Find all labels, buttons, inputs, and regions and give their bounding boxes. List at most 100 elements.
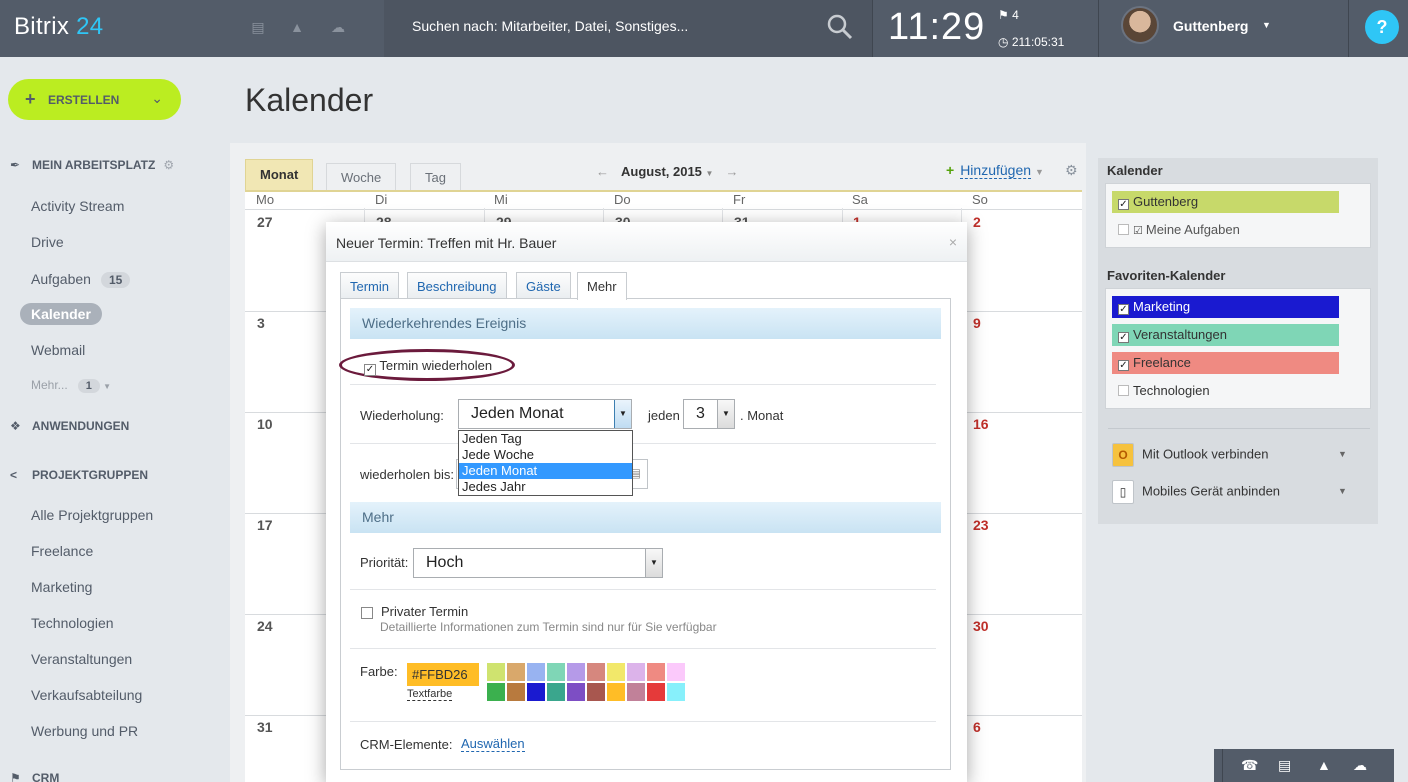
calendar-item-guttenberg[interactable]: ✓ Guttenberg xyxy=(1112,191,1339,213)
color-swatch[interactable] xyxy=(667,663,685,681)
day-number[interactable]: 16 xyxy=(973,416,989,432)
option-daily[interactable]: Jeden Tag xyxy=(459,431,632,447)
color-swatch[interactable] xyxy=(607,683,625,701)
sidebar-item-sales[interactable]: Verkaufsabteilung xyxy=(31,687,142,703)
sidebar-item-freelance[interactable]: Freelance xyxy=(31,543,93,559)
calendar-item-events[interactable]: ✓ Veranstaltungen xyxy=(1112,324,1339,346)
month-label[interactable]: August, 2015 xyxy=(621,164,702,179)
option-weekly[interactable]: Jede Woche xyxy=(459,447,632,463)
dialog-header[interactable]: Neuer Termin: Treffen mit Hr. Bauer × xyxy=(326,222,967,262)
color-swatch[interactable] xyxy=(627,663,645,681)
chevron-down-icon[interactable]: ▼ xyxy=(1262,20,1271,30)
sidebar-item-events[interactable]: Veranstaltungen xyxy=(31,651,132,667)
bell-icon[interactable]: ▲ xyxy=(1317,757,1331,773)
color-swatch[interactable] xyxy=(567,683,585,701)
tab-month[interactable]: Monat xyxy=(245,159,314,190)
chevron-down-icon[interactable]: ▼ xyxy=(717,400,734,428)
tab-description[interactable]: Beschreibung xyxy=(407,272,507,299)
bell-icon[interactable]: ▲ xyxy=(288,18,306,36)
chevron-down-icon[interactable]: ▼ xyxy=(1338,486,1347,496)
checkbox[interactable] xyxy=(1118,385,1129,396)
cloud-icon[interactable]: ☁ xyxy=(329,18,347,36)
day-number[interactable]: 10 xyxy=(257,416,273,432)
color-swatch[interactable] xyxy=(547,683,565,701)
tab-day[interactable]: Tag xyxy=(410,163,461,190)
interval-select[interactable]: 3 ▼ xyxy=(683,399,735,429)
sidebar-item-technologies[interactable]: Technologien xyxy=(31,615,114,631)
priority-select[interactable]: Hoch ▼ xyxy=(413,548,663,578)
day-number[interactable]: 6 xyxy=(973,719,981,735)
cloud-icon[interactable]: ☁ xyxy=(1353,757,1367,774)
color-swatch[interactable] xyxy=(527,683,545,701)
color-swatch[interactable] xyxy=(487,683,505,701)
sidebar-item-marketing[interactable]: Marketing xyxy=(31,579,92,595)
create-button[interactable]: + ERSTELLEN ⌄ xyxy=(8,79,181,120)
section-crm[interactable]: ⚑ CRM xyxy=(10,771,59,782)
sidebar-more[interactable]: Mehr... 1 ▼ xyxy=(31,378,111,393)
color-swatch[interactable] xyxy=(547,663,565,681)
day-number[interactable]: 3 xyxy=(257,315,265,331)
user-name[interactable]: Guttenberg xyxy=(1173,18,1248,34)
color-swatch[interactable] xyxy=(567,663,585,681)
calendar-item-freelance[interactable]: ✓ Freelance xyxy=(1112,352,1339,374)
option-yearly[interactable]: Jedes Jahr xyxy=(459,479,632,495)
gear-icon[interactable]: ⚙ xyxy=(1065,162,1078,179)
color-swatch[interactable] xyxy=(527,663,545,681)
color-swatch[interactable] xyxy=(587,683,605,701)
checkbox[interactable] xyxy=(361,607,373,619)
arrow-left-icon[interactable]: ← xyxy=(596,164,609,179)
clock[interactable]: 11:29 xyxy=(888,6,985,49)
color-swatch[interactable] xyxy=(487,663,505,681)
search-box[interactable]: Suchen nach: Mitarbeiter, Datei, Sonstig… xyxy=(384,0,872,57)
logo[interactable]: Bitrix 24 xyxy=(14,13,103,41)
arrow-right-icon[interactable]: → xyxy=(725,164,738,179)
checkbox[interactable]: ✓ xyxy=(1118,332,1129,343)
chevron-down-icon[interactable]: ▼ xyxy=(1035,167,1044,177)
day-number[interactable]: 17 xyxy=(257,517,273,533)
section-applications[interactable]: ❖ ANWENDUNGEN xyxy=(10,419,129,433)
crm-select-link[interactable]: Auswählen xyxy=(461,736,525,752)
calendar-item-technologies[interactable]: Technologien xyxy=(1112,380,1339,402)
private-label[interactable]: Privater Termin xyxy=(381,604,468,619)
chevron-down-icon[interactable]: ▼ xyxy=(614,400,631,428)
mobile-connect[interactable]: ▯ Mobiles Gerät anbinden ▼ xyxy=(1112,480,1352,504)
color-swatch[interactable] xyxy=(607,663,625,681)
chevron-down-icon[interactable]: ▼ xyxy=(645,549,662,577)
day-number[interactable]: 24 xyxy=(257,618,273,634)
color-hex-input[interactable]: #FFBD26 xyxy=(407,663,479,686)
tab-guests[interactable]: Gäste xyxy=(516,272,571,299)
sidebar-item-all-groups[interactable]: Alle Projektgruppen xyxy=(31,507,153,523)
color-swatch[interactable] xyxy=(587,663,605,681)
help-button[interactable]: ? xyxy=(1365,10,1399,44)
day-number[interactable]: 2 xyxy=(973,214,981,230)
sidebar-item-webmail[interactable]: Webmail xyxy=(31,342,85,358)
tab-more[interactable]: Mehr xyxy=(577,272,627,300)
section-my-workspace[interactable]: ✒ MEIN ARBEITSPLATZ ⚙ xyxy=(10,158,174,172)
outlook-connect[interactable]: O Mit Outlook verbinden ▼ xyxy=(1112,443,1352,467)
chat-icon[interactable]: ▤ xyxy=(249,18,267,36)
repeat-checkbox[interactable]: ✓ xyxy=(364,364,376,376)
color-swatch[interactable] xyxy=(667,683,685,701)
tab-week[interactable]: Woche xyxy=(326,163,397,190)
checkbox[interactable]: ✓ xyxy=(1118,199,1129,210)
repetition-dropdown[interactable]: Jeden Tag Jede Woche Jeden Monat Jedes J… xyxy=(458,430,633,496)
sidebar-item-activity-stream[interactable]: Activity Stream xyxy=(31,198,124,214)
day-number[interactable]: 30 xyxy=(973,618,989,634)
repeat-checkbox-row[interactable]: ✓ Termin wiederholen xyxy=(364,358,492,376)
day-number[interactable]: 27 xyxy=(257,214,273,230)
add-event-button[interactable]: + Hinzufügen ▼ xyxy=(946,162,1044,179)
chevron-down-icon[interactable]: ▼ xyxy=(1338,449,1347,459)
checkbox[interactable]: ✓ xyxy=(1118,360,1129,371)
search-input[interactable]: Suchen nach: Mitarbeiter, Datei, Sonstig… xyxy=(412,18,688,34)
day-number[interactable]: 31 xyxy=(257,719,273,735)
sidebar-item-drive[interactable]: Drive xyxy=(31,234,64,250)
sidebar-item-calendar[interactable]: Kalender xyxy=(20,303,102,325)
gear-icon[interactable]: ⚙ xyxy=(163,158,174,172)
close-icon[interactable]: × xyxy=(949,234,957,250)
checkbox[interactable] xyxy=(1118,224,1129,235)
color-swatch[interactable] xyxy=(627,683,645,701)
work-timer[interactable]: ◷ 211:05:31 xyxy=(998,35,1064,49)
day-number[interactable]: 23 xyxy=(973,517,989,533)
color-swatch[interactable] xyxy=(507,683,525,701)
option-monthly[interactable]: Jeden Monat xyxy=(459,463,632,479)
